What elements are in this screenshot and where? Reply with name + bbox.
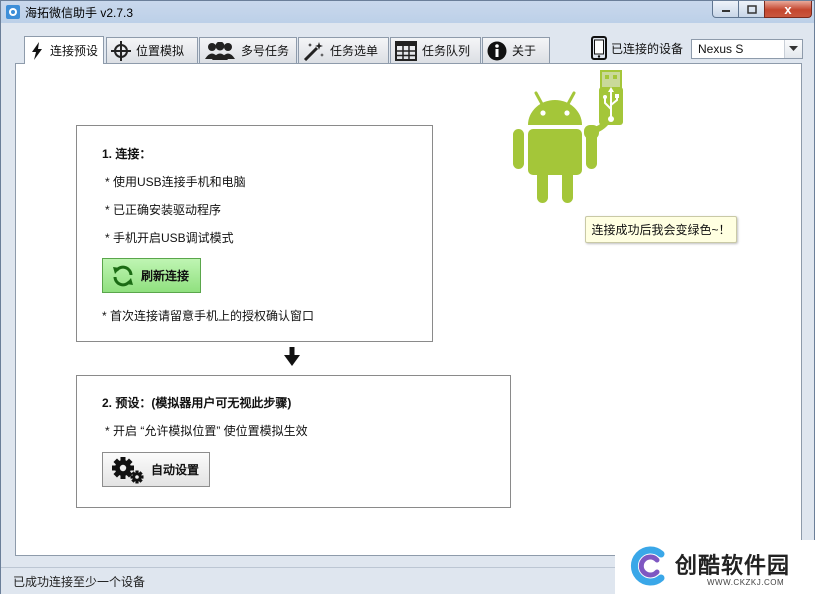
- watermark-url: WWW.CKZKJ.COM: [707, 578, 785, 587]
- tab-label: 连接预设: [50, 44, 99, 58]
- tab-label: 任务选单: [330, 44, 379, 58]
- maximize-button[interactable]: [738, 1, 765, 18]
- auto-setup-label: 自动设置: [151, 463, 200, 477]
- auto-setup-button[interactable]: 自动设置: [102, 452, 210, 487]
- magic-wand-icon: [303, 41, 324, 61]
- window-title: 海拓微信助手 v2.7.3: [25, 6, 134, 20]
- watermark-name: 创酷软件园: [675, 553, 791, 578]
- title-bar[interactable]: 海拓微信助手 v2.7.3 x: [1, 1, 814, 23]
- refresh-icon: [113, 265, 133, 286]
- tab-panel-connect-preset: 1. 连接： * 使用USB连接手机和电脑 * 已正确安装驱动程序 * 手机开启…: [15, 63, 802, 556]
- tab-multi-account[interactable]: 多号任务: [199, 37, 297, 63]
- tab-connect-preset[interactable]: 连接预设: [24, 36, 104, 64]
- watermark: 创酷软件园 WWW.CKZKJ.COM: [615, 540, 815, 594]
- phone-icon: [591, 36, 607, 60]
- device-selected-value: Nexus S: [698, 42, 744, 56]
- tab-label: 关于: [512, 44, 537, 58]
- step1-item-usb: * 使用USB连接手机和电脑: [105, 175, 246, 189]
- step1-connect-box: 1. 连接： * 使用USB连接手机和电脑 * 已正确安装驱动程序 * 手机开启…: [76, 125, 433, 342]
- tab-task-queue[interactable]: 任务队列: [390, 37, 481, 63]
- refresh-connection-button[interactable]: 刷新连接: [102, 258, 201, 293]
- device-label: 已连接的设备: [591, 36, 683, 60]
- app-icon: [6, 5, 20, 19]
- info-icon: [487, 41, 507, 60]
- step1-item-debug: * 手机开启USB调试模式: [105, 231, 234, 245]
- android-usb-icon: [513, 70, 623, 203]
- crosshair-icon: [111, 40, 131, 61]
- maximize-icon: [746, 4, 757, 14]
- step1-item-driver: * 已正确安装驱动程序: [105, 203, 222, 217]
- tab-label: 任务队列: [422, 44, 471, 58]
- status-text: 已成功连接至少一个设备: [13, 575, 146, 589]
- step2-preset-box: 2. 预设：(模拟器用户可无视此步骤) * 开启 “允许模拟位置” 使位置模拟生…: [76, 375, 511, 508]
- tab-label: 多号任务: [241, 44, 290, 58]
- minimize-button[interactable]: [712, 1, 739, 18]
- watermark-logo: [630, 546, 665, 586]
- tab-label: 位置模拟: [136, 44, 185, 58]
- step1-heading: 1. 连接：: [102, 147, 152, 161]
- table-icon: [395, 40, 417, 61]
- lightning-icon: [32, 41, 42, 60]
- refresh-connection-label: 刷新连接: [141, 269, 190, 283]
- tab-location-sim[interactable]: 位置模拟: [106, 37, 198, 63]
- minimize-icon: [721, 10, 730, 12]
- device-label-text: 已连接的设备: [611, 41, 684, 56]
- gears-icon: [112, 456, 144, 483]
- close-icon: x: [784, 1, 792, 17]
- status-tooltip: 连接成功后我会变绿色~！: [585, 216, 737, 243]
- step1-note: * 首次连接请留意手机上的授权确认窗口: [102, 309, 315, 323]
- dropdown-arrow[interactable]: [784, 40, 802, 58]
- chevron-down-icon: [789, 46, 798, 51]
- close-button[interactable]: x: [764, 1, 812, 18]
- users-icon: [205, 41, 235, 60]
- step2-item-mock-location: * 开启 “允许模拟位置” 使位置模拟生效: [105, 424, 308, 438]
- step2-heading: 2. 预设：(模拟器用户可无视此步骤): [102, 396, 292, 410]
- tab-about[interactable]: 关于: [482, 37, 550, 63]
- app-window: 海拓微信助手 v2.7.3 x 连接预设 位置模拟 多号任务 任务选单 任务队列…: [0, 0, 815, 594]
- device-dropdown[interactable]: Nexus S: [691, 39, 803, 59]
- arrow-down-icon: [284, 347, 300, 366]
- tab-task-menu[interactable]: 任务选单: [298, 37, 389, 63]
